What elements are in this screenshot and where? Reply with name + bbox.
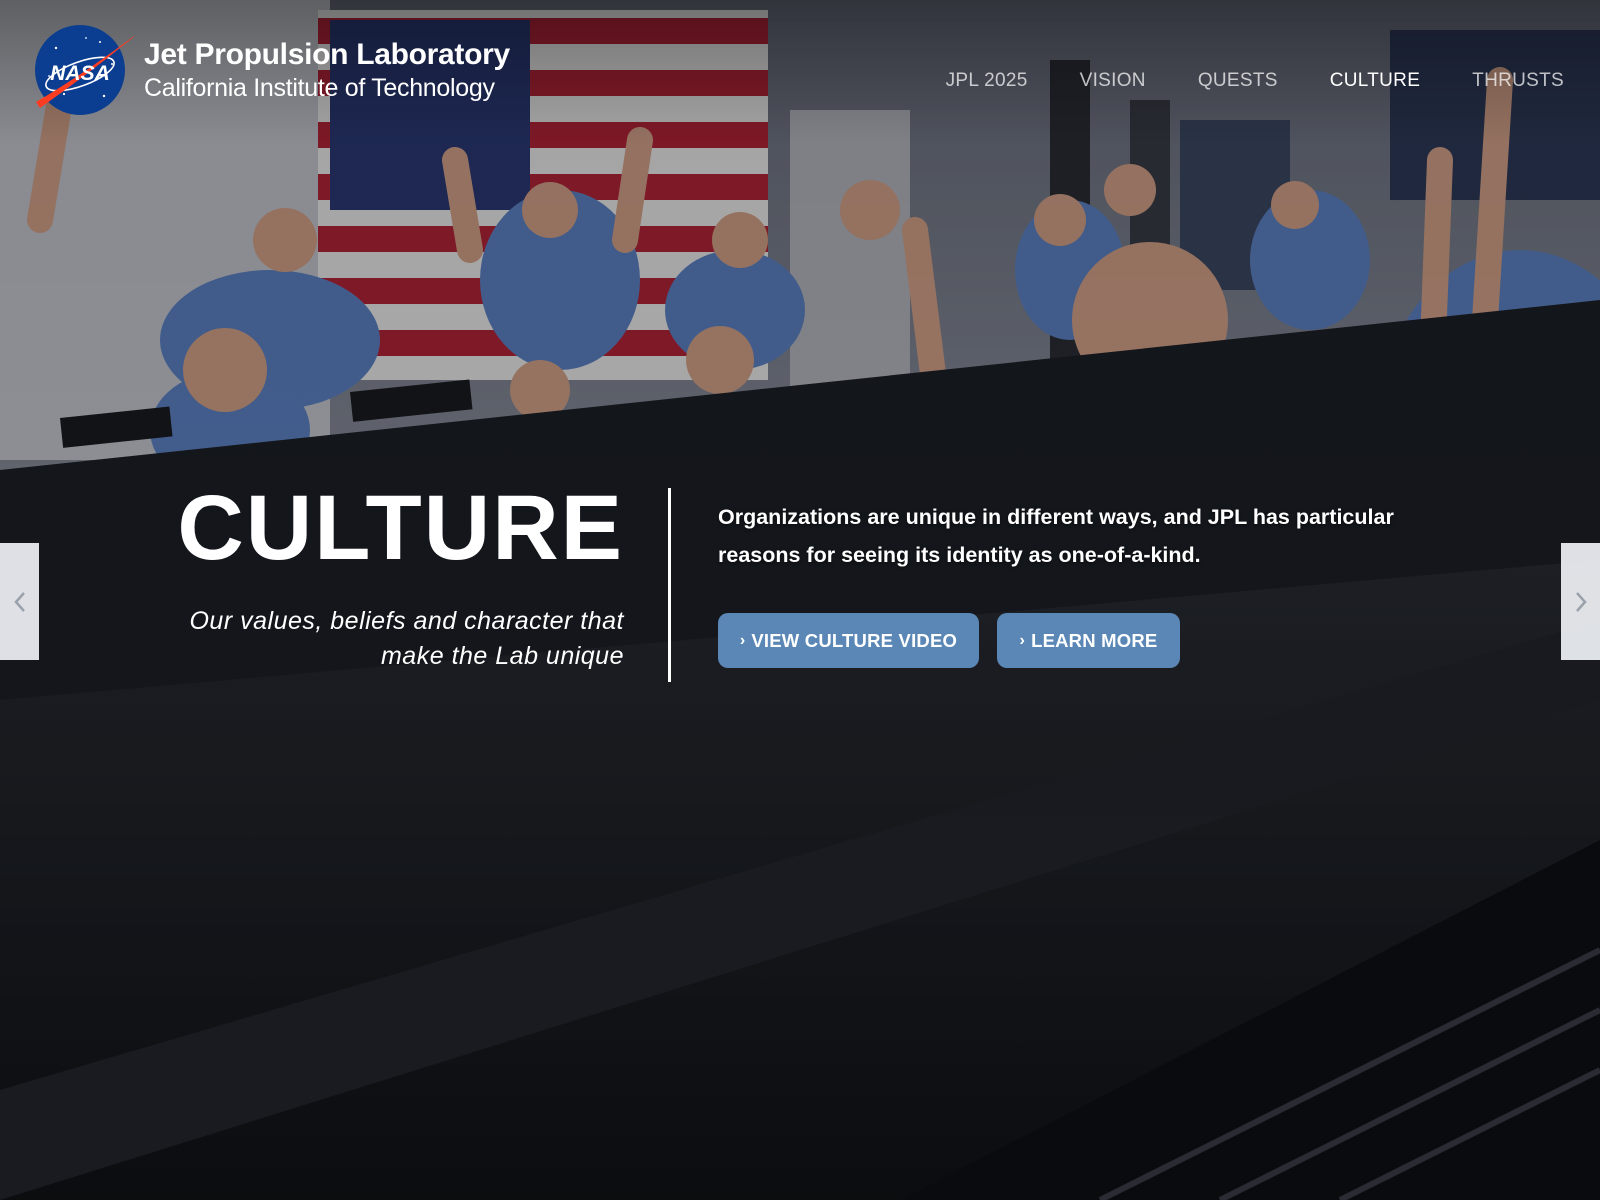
nav-item-vision[interactable]: VISION <box>1080 70 1146 92</box>
learn-more-button[interactable]: › LEARN MORE <box>997 613 1180 668</box>
org-title: Jet Propulsion Laboratory <box>144 37 510 71</box>
view-culture-video-button[interactable]: › VIEW CULTURE VIDEO <box>718 613 979 668</box>
hero-tagline: Our values, beliefs and character that m… <box>189 607 624 670</box>
nav-item-jpl-2025[interactable]: JPL 2025 <box>946 70 1028 92</box>
hero-divider <box>668 488 671 682</box>
chevron-left-icon <box>13 591 25 612</box>
chevron-right-icon: › <box>739 631 746 649</box>
learn-more-label: LEARN MORE <box>1031 629 1158 651</box>
svg-text:NASA: NASA <box>50 62 110 85</box>
org-subtitle: California Institute of Technology <box>144 73 495 102</box>
page: NASA Jet Propulsion Laboratory Californi… <box>0 0 1600 1200</box>
carousel-next-button[interactable] <box>1561 543 1600 660</box>
chevron-right-icon: › <box>1019 631 1026 649</box>
nav-item-thrusts[interactable]: THRUSTS <box>1472 70 1564 92</box>
chevron-right-icon <box>1575 591 1587 612</box>
site-header: NASA Jet Propulsion Laboratory Californi… <box>0 0 1600 120</box>
hero-title: CULTURE <box>177 477 624 579</box>
carousel-prev-button[interactable] <box>0 543 39 660</box>
view-culture-video-label: VIEW CULTURE VIDEO <box>751 629 958 651</box>
nav-item-quests[interactable]: QUESTS <box>1198 70 1278 92</box>
jpl-logo-link[interactable]: NASA Jet Propulsion Laboratory Californi… <box>34 24 510 116</box>
nav-item-culture[interactable]: CULTURE <box>1330 70 1420 92</box>
hero-background-image <box>0 0 1600 1200</box>
hero-description: Organizations are unique in different wa… <box>718 505 1394 567</box>
nasa-logo-icon: NASA <box>34 24 142 116</box>
main-nav: JPL 2025 VISION QUESTS CULTURE THRUSTS <box>946 70 1564 92</box>
